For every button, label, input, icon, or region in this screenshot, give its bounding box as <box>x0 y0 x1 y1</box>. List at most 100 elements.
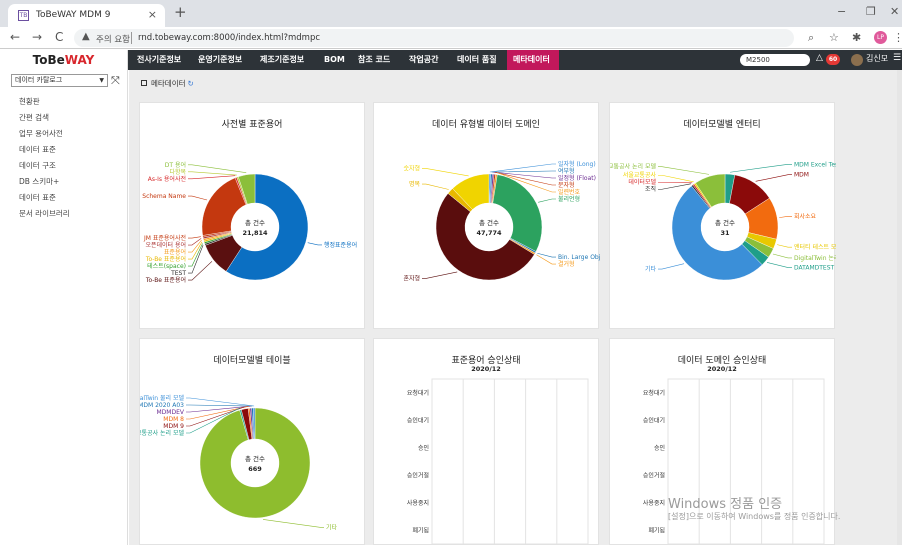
menu-bom[interactable]: BOM <box>318 50 351 70</box>
slice-label: MDM 8 <box>163 416 184 423</box>
expand-icon[interactable]: ⤧ <box>111 74 120 88</box>
sidebar-item-quick-search[interactable]: 간편 검색 <box>19 112 49 123</box>
page-icon <box>141 80 147 86</box>
forward-icon[interactable]: → <box>32 30 42 44</box>
label-leader <box>422 271 458 279</box>
slice-label: MDM <box>794 172 809 179</box>
donut-hole <box>231 439 279 487</box>
chevron-down-icon: ▼ <box>99 77 104 84</box>
address-bar: ← → C ▲ 주의 요함 rnd.tobeway.com:8000/index… <box>0 27 902 49</box>
star-icon[interactable]: ☆ <box>829 31 839 44</box>
slice-label: 일련번호 <box>558 188 581 196</box>
sidebar-item-dashboard[interactable]: 현황판 <box>19 96 40 107</box>
back-icon[interactable]: ← <box>10 30 20 44</box>
sidebar-item-glossary[interactable]: 업무 용어사전 <box>19 128 63 139</box>
slice-label: 데이터모델 <box>628 178 656 186</box>
slice-label: To-Be 표준용어 <box>145 276 186 284</box>
bell-icon[interactable]: △ <box>816 53 823 63</box>
zoom-icon[interactable]: ⌕ <box>808 31 814 45</box>
user-name[interactable]: 김신모 <box>866 53 888 64</box>
chart-title: 데이터모델별 엔터티 <box>683 120 761 130</box>
minimize-icon[interactable]: − <box>837 5 846 18</box>
menu-workspace[interactable]: 작업공간 <box>403 50 444 70</box>
url-text[interactable]: rnd.tobeway.com:8000/index.html?mdmpc <box>138 33 320 43</box>
menu-metadata[interactable]: 메타데이터 <box>507 50 559 70</box>
refresh-icon[interactable]: ↻ <box>188 79 194 88</box>
slice-label: MDM Excel Test <box>794 161 836 168</box>
donut-chart[interactable]: 총 건수 47,774 일자형 (Long)여부형일정형 (Float)문자형일련번… <box>374 103 625 330</box>
label-leader <box>658 181 693 184</box>
category-label: 사용중지 <box>643 499 665 507</box>
menu-operation-master[interactable]: 운영기준정보 <box>192 50 248 70</box>
breadcrumb-label: 메타데이터 <box>151 79 186 88</box>
maximize-icon[interactable]: ❐ <box>866 5 876 18</box>
slice-label: 엔터티 테스트 모델 <box>794 243 836 251</box>
menu-enterprise-master[interactable]: 전사기준정보 <box>131 50 187 70</box>
logo-tobe: ToBe <box>32 53 65 67</box>
chart-title: 사전별 표준용어 <box>221 120 283 130</box>
slice-label: TEST <box>170 270 186 277</box>
menu-manufacturing-master[interactable]: 제조기준정보 <box>254 50 310 70</box>
chart-card-entity-by-model: 데이터모델별 엔터티 총 건수 31 MDM Excel Test MDM 회사소요 엔터… <box>597 102 853 330</box>
sidebar-item-data-structure[interactable]: 데이터 구조 <box>19 160 56 171</box>
label-leader <box>755 174 792 182</box>
reload-icon[interactable]: C <box>55 30 63 44</box>
label-leader <box>772 253 792 259</box>
center-label: 총 건수 <box>479 218 499 227</box>
close-window-icon[interactable]: ✕ <box>890 5 899 18</box>
slice-label: 명목 <box>409 180 421 188</box>
browser-menu-icon[interactable]: ⋮ <box>893 31 902 44</box>
sidebar-item-data-standard-2[interactable]: 데이터 표준 <box>19 192 56 203</box>
new-tab-icon[interactable]: + <box>174 3 187 21</box>
slice-label: 서울교통공사 논리 모델 <box>610 163 656 171</box>
scrollbar[interactable] <box>897 70 902 545</box>
catalog-select[interactable]: 데이터 카탈로그 ▼ <box>11 74 108 87</box>
slice-label: To-Be 표준용어 <box>145 255 186 263</box>
label-leader <box>658 166 710 175</box>
category-label: 승인대기 <box>407 416 429 424</box>
menu-reference-code[interactable]: 참조 코드 <box>352 50 396 70</box>
slice-label: 기타 <box>326 523 338 531</box>
url-box[interactable]: ▲ 주의 요함 rnd.tobeway.com:8000/index.html?… <box>74 29 794 47</box>
slice-label: 테스트(space) <box>147 262 186 270</box>
chart-card-table-by-model: 데이터모델별 테이블 총 건수669기타DigitalTwin 물리 모델MDM… <box>125 338 366 546</box>
label-leader <box>262 519 324 528</box>
donut-hole <box>465 203 513 251</box>
chart-subtitle: 2020/12 <box>471 365 501 373</box>
label-leader <box>188 175 236 180</box>
slice-label: Bin. Large Obj. (BLOB) <box>558 254 600 261</box>
donut-chart[interactable]: 총 건수 31 MDM Excel Test MDM 회사소요엔터티 테스트 모델 Dig… <box>597 103 853 330</box>
label-leader <box>188 171 237 176</box>
extensions-icon[interactable]: ✱ <box>852 31 861 44</box>
label-leader <box>658 263 685 270</box>
label-leader <box>307 242 322 246</box>
plot-area <box>431 378 589 545</box>
tab-close-icon[interactable]: × <box>148 8 157 21</box>
slice-label: JM 표준용어사전 <box>143 234 186 242</box>
sidebar-item-data-standard[interactable]: 데이터 표준 <box>19 144 56 155</box>
chart-title: 데이터모델별 테이블 <box>213 356 291 366</box>
category-label: 승인 <box>418 445 429 452</box>
chart-card-domain-by-datatype: 데이터 유형별 데이터 도메인 총 건수 47,774 일자형 (Long) 여부형 일… <box>373 102 625 330</box>
hamburger-icon[interactable]: ☰ <box>893 53 901 63</box>
menu-data-quality[interactable]: 데이터 품질 <box>451 50 503 70</box>
notification-badge[interactable]: 60 <box>826 54 840 65</box>
label-leader <box>188 261 213 281</box>
sidebar-item-document-library[interactable]: 문서 라이브러리 <box>19 208 70 219</box>
top-search-input[interactable]: M2500 <box>740 54 810 66</box>
slice-label: 조직 <box>645 186 656 193</box>
label-leader <box>730 163 792 173</box>
label-leader <box>188 164 247 174</box>
browser-tab[interactable]: TB ToBeWAY MDM 9 × <box>8 4 165 27</box>
donut-chart[interactable]: 총 건수 21,814 행정표준용어 DT 용어다항목As-Is 용어사전 ul Sch… <box>135 103 366 330</box>
label-leader <box>766 262 792 268</box>
slice-label: DATAMDTEST <box>794 265 835 272</box>
sidebar-item-db-schema[interactable]: DB 스키마+ <box>19 176 59 187</box>
center-label: 총 건수 <box>715 218 735 227</box>
label-leader <box>658 174 694 183</box>
user-avatar[interactable] <box>851 54 863 66</box>
profile-avatar[interactable]: LP <box>874 31 887 44</box>
catalog-select-value: 데이터 카탈로그 <box>15 76 63 84</box>
donut-chart[interactable]: 총 건수669기타DigitalTwin 물리 모델MDM 2020 A03MD… <box>125 339 366 546</box>
app-logo[interactable]: ToBeWAY <box>0 50 128 70</box>
